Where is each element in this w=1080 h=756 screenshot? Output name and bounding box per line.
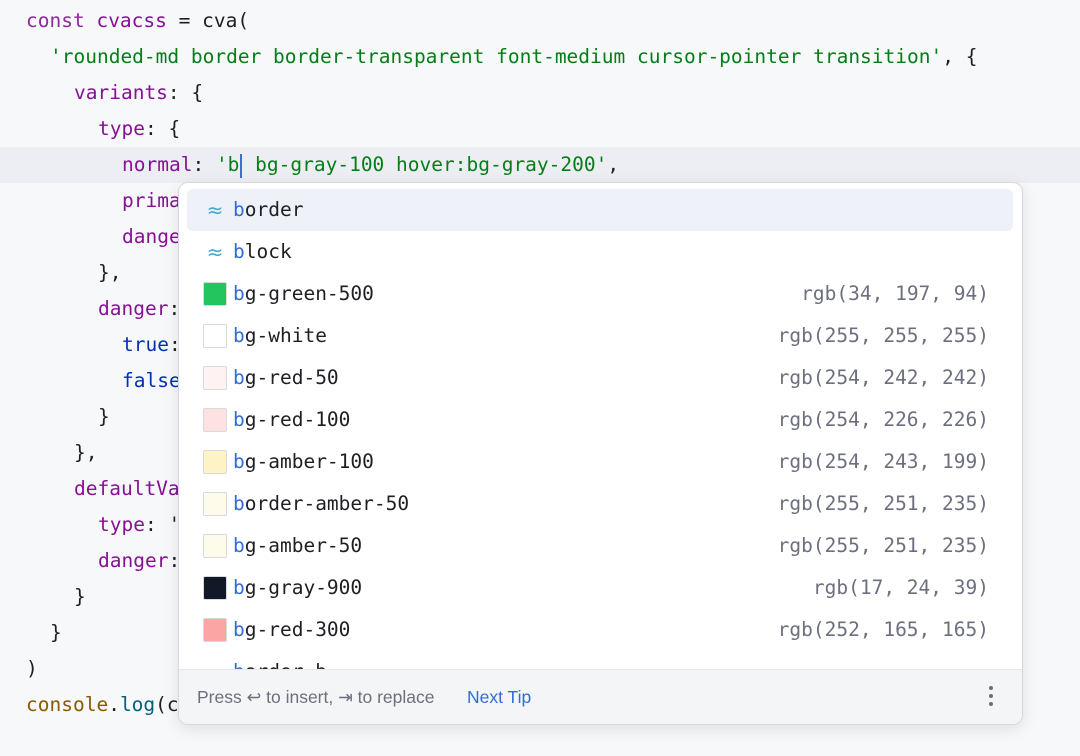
completion-item-label: border-amber-50 [233, 492, 410, 515]
completion-item[interactable]: bg-red-100 rgb(254, 226, 226) [187, 399, 1013, 441]
completion-item-value: rgb(252, 165, 165) [777, 618, 989, 641]
completion-item[interactable]: bg-green-500 rgb(34, 197, 94) [187, 273, 1013, 315]
completion-item[interactable]: ≈ border [187, 189, 1013, 231]
insert-hint: Press ↩ to insert, ⇥ to replace [197, 687, 435, 707]
completion-item-label: bg-amber-50 [233, 534, 363, 557]
completion-item[interactable]: ≈ border-b [187, 651, 1013, 669]
completion-item[interactable]: bg-red-50 rgb(254, 242, 242) [187, 357, 1013, 399]
completion-item[interactable]: bg-gray-900 rgb(17, 24, 39) [187, 567, 1013, 609]
completion-item-value: rgb(254, 243, 199) [777, 450, 989, 473]
color-swatch-icon [203, 618, 227, 642]
color-swatch-icon [203, 366, 227, 390]
completion-item-label: bg-red-100 [233, 408, 351, 431]
color-swatch-icon [203, 324, 227, 348]
completion-item-value: rgb(255, 255, 255) [777, 324, 989, 347]
completion-item-label: bg-red-300 [233, 618, 351, 641]
completion-item-label: bg-gray-900 [233, 576, 363, 599]
completion-popup: ≈ border ≈ block bg-green-500 rgb(34, 197, 94… [178, 182, 1023, 725]
completion-item-label: border [233, 198, 304, 221]
completion-list[interactable]: ≈ border ≈ block bg-green-500 rgb(34, 197, 94… [179, 183, 1022, 669]
completion-footer: Press ↩ to insert, ⇥ to replace Next Tip [179, 669, 1022, 724]
code-line: const cvacss = cva( [26, 9, 250, 32]
completion-item-value: rgb(254, 226, 226) [777, 408, 989, 431]
completion-item[interactable]: border-amber-50 rgb(255, 251, 235) [187, 483, 1013, 525]
completion-item-label: border-b [233, 651, 327, 669]
code-line: variants: { [74, 81, 204, 104]
completion-item[interactable]: ≈ block [187, 231, 1013, 273]
completion-item-label: bg-green-500 [233, 282, 374, 305]
completion-item-label: block [233, 240, 292, 263]
next-tip-link[interactable]: Next Tip [467, 687, 531, 708]
code-line: 'rounded-md border border-transparent fo… [50, 45, 978, 68]
tailwind-icon: ≈ [206, 240, 224, 264]
code-line: type: { [98, 117, 181, 140]
completion-item[interactable]: bg-amber-50 rgb(255, 251, 235) [187, 525, 1013, 567]
color-swatch-icon [203, 408, 227, 432]
completion-item[interactable]: bg-amber-100 rgb(254, 243, 199) [187, 441, 1013, 483]
completion-item[interactable]: bg-red-300 rgb(252, 165, 165) [187, 609, 1013, 651]
completion-item-value: rgb(34, 197, 94) [801, 282, 989, 305]
tailwind-icon: ≈ [203, 660, 227, 669]
completion-item-label: bg-white [233, 324, 327, 347]
color-swatch-icon [203, 576, 227, 600]
more-options-icon[interactable] [986, 682, 996, 712]
color-swatch-icon [203, 282, 227, 306]
completion-item-label: bg-red-50 [233, 366, 339, 389]
completion-item-value: rgb(254, 242, 242) [777, 366, 989, 389]
completion-item-value: rgb(255, 251, 235) [777, 534, 989, 557]
completion-item-value: rgb(17, 24, 39) [812, 576, 989, 599]
completion-item-value: rgb(255, 251, 235) [777, 492, 989, 515]
current-code-line: normal: 'b bg-gray-100 hover:bg-gray-200… [0, 147, 1080, 183]
color-swatch-icon [203, 492, 227, 516]
color-swatch-icon [203, 534, 227, 558]
completion-item[interactable]: bg-white rgb(255, 255, 255) [187, 315, 1013, 357]
completion-item-label: bg-amber-100 [233, 450, 374, 473]
tailwind-icon: ≈ [206, 198, 224, 222]
color-swatch-icon [203, 450, 227, 474]
